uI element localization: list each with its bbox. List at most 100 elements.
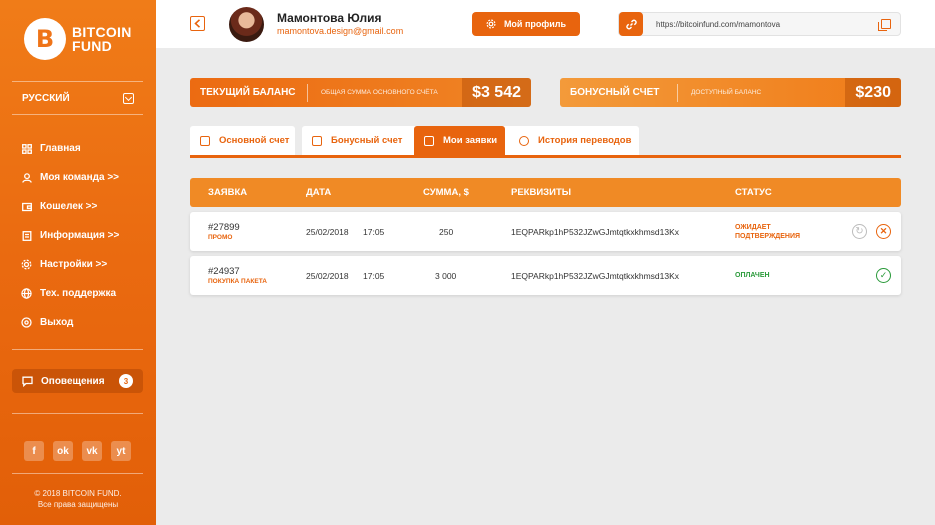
tab-label: История переводов: [538, 135, 632, 146]
sidebar-item-info[interactable]: Информация >>: [21, 221, 119, 250]
sidebar-item-team[interactable]: Моя команда >>: [21, 163, 119, 192]
table-header: ЗАЯВКА ДАТА СУММА, $ РЕКВИЗИТЫ СТАТУС: [190, 178, 901, 207]
back-button[interactable]: [190, 16, 205, 31]
wallet-icon: [21, 201, 32, 212]
copyright-line: Все права защищены: [37, 500, 119, 509]
divider: [12, 81, 143, 82]
status-badge: ОЖИДАЕТ ПОДТВЕРЖДЕНИЯ: [735, 223, 800, 241]
sidebar-item-notifications[interactable]: Оповещения 3: [12, 369, 143, 393]
copyright: © 2018 BITCOIN FUND. Все права защищены: [0, 488, 156, 510]
notifications-label: Оповещения: [41, 375, 105, 387]
bitcoin-logo-icon: B: [24, 18, 66, 60]
grid-icon: [21, 143, 32, 154]
bonus-balance-subtitle: ДОСТУПНЫЙ БАЛАНС: [691, 89, 762, 96]
request-time: 17:05: [363, 271, 385, 281]
my-profile-button[interactable]: Мой профиль: [472, 12, 580, 36]
top-bar: Мамонтова Юлия mamontova.design@gmail.co…: [156, 0, 935, 48]
my-profile-label: Мой профиль: [503, 19, 567, 29]
column-header: СУММА, $: [423, 187, 469, 198]
column-header: СТАТУС: [735, 187, 772, 198]
youtube-icon[interactable]: yt: [111, 441, 131, 461]
sidebar-item-support[interactable]: Тех. поддержка: [21, 279, 119, 308]
user-icon: [21, 172, 32, 183]
request-time: 17:05: [363, 227, 385, 237]
request-id: #27899: [208, 222, 240, 233]
current-balance-subtitle: ОБЩАЯ СУММА ОСНОВНОГО СЧЁТА: [321, 89, 438, 96]
vk-icon[interactable]: vk: [82, 441, 102, 461]
language-label: РУССКИЙ: [22, 92, 70, 104]
current-balance-value: $3 542: [462, 78, 531, 107]
current-balance-card: ТЕКУЩИЙ БАЛАНС ОБЩАЯ СУММА ОСНОВНОГО СЧЁ…: [190, 78, 531, 107]
sidebar-item-wallet[interactable]: Кошелек >>: [21, 192, 119, 221]
tab-label: Мои заявки: [443, 135, 498, 146]
tabs: Основной счет Бонусный счет Мои заявки И…: [190, 126, 901, 158]
sidebar-item-label: Информация >>: [40, 230, 120, 241]
request-date: 25/02/2018: [306, 271, 349, 281]
sidebar-item-logout[interactable]: Выход: [21, 308, 119, 337]
sidebar-item-label: Выход: [40, 317, 74, 328]
request-amount: 250: [439, 227, 454, 237]
tabs-underline: [190, 155, 901, 158]
bonus-balance-title: БОНУСНЫЙ СЧЕТ: [570, 87, 660, 98]
user-name: Мамонтова Юлия: [277, 11, 382, 25]
social-links: f ok vk yt: [24, 441, 131, 461]
check-circle-icon: ✓: [876, 268, 891, 283]
gear-icon: [21, 259, 32, 270]
logo-line1: BITCOIN: [72, 24, 132, 40]
odnoklassniki-icon[interactable]: ok: [53, 441, 73, 461]
logo[interactable]: B BITCOIN FUND: [24, 18, 132, 60]
tab-label: Бонусный счет: [331, 135, 403, 146]
bonus-balance-value: $230: [845, 78, 901, 107]
cancel-icon[interactable]: ✕: [876, 224, 891, 239]
refresh-icon[interactable]: ↻: [852, 224, 867, 239]
status-badge: ОПЛАЧЕН: [735, 272, 770, 279]
column-header: ЗАЯВКА: [208, 187, 248, 198]
sidebar-item-label: Моя команда >>: [40, 172, 120, 183]
power-icon: [21, 317, 32, 328]
facebook-icon[interactable]: f: [24, 441, 44, 461]
sidebar-nav: Главная Моя команда >> Кошелек >> Информ…: [21, 134, 119, 337]
table-row[interactable]: #24937 ПОКУПКА ПАКЕТА 25/02/2018 17:05 3…: [190, 256, 901, 295]
column-header: ДАТА: [306, 187, 332, 198]
divider: [12, 413, 143, 414]
sidebar-item-home[interactable]: Главная: [21, 134, 119, 163]
tab-my-requests[interactable]: Мои заявки: [414, 126, 505, 155]
request-date: 25/02/2018: [306, 227, 349, 237]
link-icon: [619, 12, 643, 36]
request-amount: 3 000: [435, 271, 457, 281]
request-type: ПОКУПКА ПАКЕТА: [208, 278, 267, 285]
status-text: ПОДТВЕРЖДЕНИЯ: [735, 233, 801, 240]
divider: [12, 114, 143, 115]
sidebar-item-settings[interactable]: Настройки >>: [21, 250, 119, 279]
gift-icon: [312, 135, 322, 146]
copyright-line: © 2018 BITCOIN FUND.: [34, 489, 122, 498]
user-email: mamontova.design@gmail.com: [277, 26, 404, 36]
status-text: ОЖИДАЕТ: [735, 224, 771, 231]
clock-icon: [519, 135, 529, 146]
document-icon: [21, 230, 32, 241]
referral-link-field[interactable]: https://bitcoinfund.com/mamontova: [618, 12, 901, 36]
sidebar-item-label: Главная: [40, 143, 81, 154]
list-icon: [424, 135, 434, 146]
globe-icon: [21, 288, 32, 299]
notifications-count-badge: 3: [119, 374, 133, 388]
request-requisites: 1EQPARkp1hP532JZwGJmtqtkxkhmsd13Kx: [511, 227, 680, 237]
tab-transfer-history[interactable]: История переводов: [509, 126, 639, 155]
wallet-icon: [200, 135, 210, 146]
language-select[interactable]: РУССКИЙ: [22, 91, 134, 105]
avatar[interactable]: [229, 7, 264, 42]
divider: [12, 473, 143, 474]
sidebar: B BITCOIN FUND РУССКИЙ Главная Моя коман…: [0, 0, 156, 525]
request-id: #24937: [208, 266, 240, 277]
request-type: ПРОМО: [208, 234, 233, 241]
copy-icon[interactable]: [878, 19, 891, 31]
tab-main-account[interactable]: Основной счет: [190, 126, 295, 155]
column-header: РЕКВИЗИТЫ: [511, 187, 572, 198]
chat-icon: [22, 376, 33, 387]
chevron-down-icon: [123, 92, 134, 104]
request-requisites: 1EQPARkp1hP532JZwGJmtqtkxkhmsd13Kx: [511, 271, 680, 281]
bonus-balance-card: БОНУСНЫЙ СЧЕТ ДОСТУПНЫЙ БАЛАНС $230: [560, 78, 901, 107]
table-row[interactable]: #27899 ПРОМО 25/02/2018 17:05 250 1EQPAR…: [190, 212, 901, 251]
sidebar-item-label: Тех. поддержка: [40, 288, 117, 299]
tab-label: Основной счет: [219, 135, 290, 146]
